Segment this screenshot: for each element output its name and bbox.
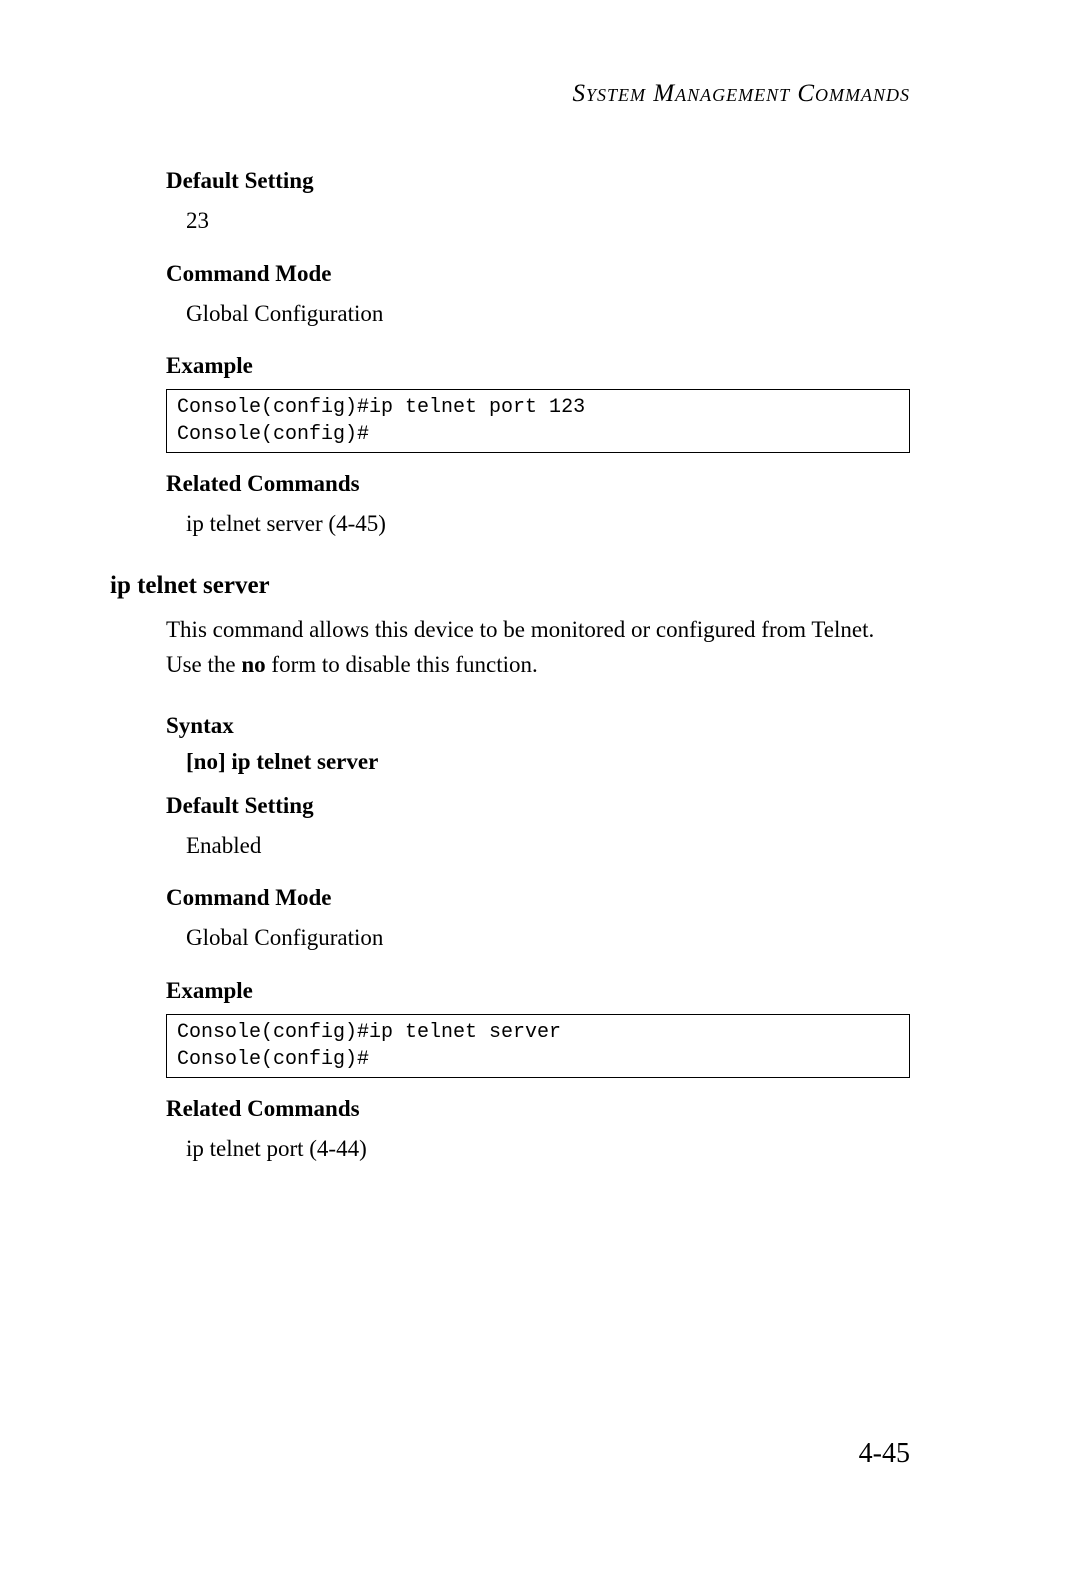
content-area: Default Setting 23 Command Mode Global C… bbox=[110, 168, 910, 1166]
desc-bold-no: no bbox=[241, 652, 265, 677]
desc-text-2: form to disable this function. bbox=[266, 652, 538, 677]
command-title: ip telnet server bbox=[110, 572, 910, 600]
syntax-bracket-close: ] bbox=[218, 749, 226, 774]
command-mode-heading-2: Command Mode bbox=[166, 885, 910, 911]
default-setting-heading-2: Default Setting bbox=[166, 793, 910, 819]
default-setting-value-1: 23 bbox=[186, 204, 910, 239]
related-commands-value-1: ip telnet server (4-45) bbox=[186, 507, 910, 542]
related-commands-heading-1: Related Commands bbox=[166, 471, 910, 497]
page-header: System Management Commands bbox=[110, 80, 910, 108]
syntax-line: [no] ip telnet server bbox=[186, 749, 910, 775]
syntax-bracket-open: [ bbox=[186, 749, 194, 774]
page-number: 4-45 bbox=[859, 1438, 910, 1470]
command-description: This command allows this device to be mo… bbox=[166, 612, 910, 683]
page: System Management Commands Default Setti… bbox=[0, 0, 1080, 1570]
syntax-heading: Syntax bbox=[166, 713, 910, 739]
command-mode-value-1: Global Configuration bbox=[186, 297, 910, 332]
example-heading-1: Example bbox=[166, 353, 910, 379]
example-code-1: Console(config)#ip telnet port 123 Conso… bbox=[166, 389, 910, 453]
syntax-no: no bbox=[194, 749, 218, 774]
related-commands-value-2: ip telnet port (4-44) bbox=[186, 1132, 910, 1167]
syntax-command: ip telnet server bbox=[226, 749, 379, 774]
related-commands-heading-2: Related Commands bbox=[166, 1096, 910, 1122]
default-setting-value-2: Enabled bbox=[186, 829, 910, 864]
example-heading-2: Example bbox=[166, 978, 910, 1004]
example-code-2: Console(config)#ip telnet server Console… bbox=[166, 1014, 910, 1078]
default-setting-heading-1: Default Setting bbox=[166, 168, 910, 194]
command-mode-value-2: Global Configuration bbox=[186, 921, 910, 956]
command-mode-heading-1: Command Mode bbox=[166, 261, 910, 287]
